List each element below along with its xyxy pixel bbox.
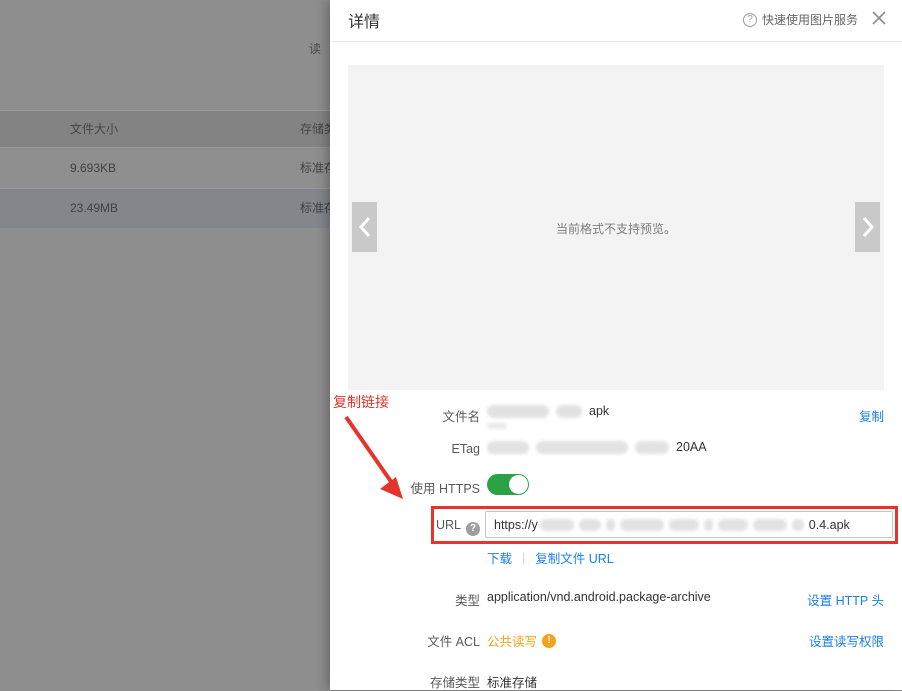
redacted-url-blur bbox=[718, 519, 748, 531]
file-table-header-row: 文件大小 存储类 bbox=[0, 110, 330, 148]
redacted-filename-blur bbox=[556, 405, 582, 418]
warning-icon: ! bbox=[542, 634, 556, 648]
redacted-url-blur bbox=[669, 519, 699, 531]
storage-type-value: 标准存储 bbox=[487, 672, 537, 691]
etag-value: 20AA bbox=[487, 440, 707, 454]
type-value: application/vnd.android.package-archive bbox=[487, 590, 711, 604]
set-http-headers-link[interactable]: 设置 HTTP 头 bbox=[807, 590, 884, 609]
url-label-text: URL bbox=[436, 518, 461, 532]
https-toggle[interactable] bbox=[487, 474, 529, 495]
next-file-button[interactable] bbox=[855, 202, 880, 252]
redacted-url-blur bbox=[579, 519, 601, 531]
copy-link-annotation: 复制链接 bbox=[333, 392, 389, 412]
storage-type-label: 存储类型 bbox=[330, 672, 480, 691]
table-row[interactable]: 9.693KB 标准存 bbox=[0, 149, 330, 188]
url-label: URL? bbox=[330, 518, 480, 536]
etag-visible-suffix: 20AA bbox=[676, 440, 707, 454]
filename-visible-suffix: apk bbox=[589, 404, 609, 418]
redacted-url-blur bbox=[606, 519, 615, 531]
url-input[interactable]: https://y 0.4.apk bbox=[485, 511, 893, 538]
redacted-url-blur bbox=[704, 519, 713, 531]
toggle-knob bbox=[509, 475, 528, 494]
quick-image-service-label: 快速使用图片服务 bbox=[762, 11, 858, 28]
redacted-etag-blur bbox=[487, 441, 529, 454]
obscured-text-fragment: 读 bbox=[309, 40, 321, 57]
type-label: 类型 bbox=[330, 590, 480, 609]
etag-label: ETag bbox=[330, 442, 480, 456]
filename-value: apk bbox=[487, 404, 609, 418]
detail-panel: 详情 ? 快速使用图片服务 当前格式不支持预览。 文件名 apk 复制 ETag… bbox=[330, 0, 902, 690]
panel-title: 详情 bbox=[348, 8, 380, 32]
url-visible-prefix: https://y bbox=[494, 518, 538, 532]
set-acl-permissions-link[interactable]: 设置读写权限 bbox=[809, 631, 884, 650]
file-acl-value: 公共读写 ! bbox=[487, 631, 556, 650]
file-action-links: 下载 | 复制文件 URL bbox=[487, 548, 614, 567]
redacted-url-blur bbox=[620, 519, 664, 531]
acl-value-text: 公共读写 bbox=[487, 631, 537, 650]
file-size-cell: 23.49MB bbox=[70, 189, 118, 228]
table-row-selected[interactable]: 23.49MB 标准存 bbox=[0, 188, 330, 228]
file-preview-area: 当前格式不支持预览。 bbox=[348, 65, 884, 390]
link-separator: | bbox=[522, 551, 525, 565]
close-icon[interactable] bbox=[871, 10, 887, 26]
help-circle-icon: ? bbox=[743, 13, 757, 27]
redacted-etag-blur bbox=[635, 441, 669, 454]
preview-unsupported-message: 当前格式不支持预览。 bbox=[348, 220, 884, 237]
redacted-url-blur bbox=[753, 519, 787, 531]
redacted-etag-blur bbox=[536, 441, 628, 454]
url-visible-suffix: 0.4.apk bbox=[809, 518, 850, 532]
panel-header: 详情 ? 快速使用图片服务 bbox=[330, 0, 902, 42]
dimmed-backdrop: 文件大小 存储类 9.693KB 标准存 23.49MB 标准存 读 bbox=[0, 0, 330, 690]
redacted-filename-blur bbox=[487, 405, 549, 418]
redacted-url-blur bbox=[792, 519, 804, 531]
url-help-icon[interactable]: ? bbox=[466, 522, 480, 536]
use-https-label: 使用 HTTPS bbox=[330, 478, 480, 497]
copy-file-url-link[interactable]: 复制文件 URL bbox=[535, 548, 613, 567]
quick-image-service-link[interactable]: ? 快速使用图片服务 bbox=[743, 11, 858, 28]
previous-file-button[interactable] bbox=[352, 202, 377, 252]
copy-filename-link[interactable]: 复制 bbox=[859, 406, 884, 425]
redacted-filename-blur bbox=[487, 423, 507, 429]
column-header-file-size: 文件大小 bbox=[70, 111, 118, 148]
file-acl-label: 文件 ACL bbox=[330, 631, 480, 650]
redacted-url-blur bbox=[540, 519, 574, 531]
download-link[interactable]: 下载 bbox=[487, 548, 512, 567]
file-size-cell: 9.693KB bbox=[70, 149, 116, 188]
